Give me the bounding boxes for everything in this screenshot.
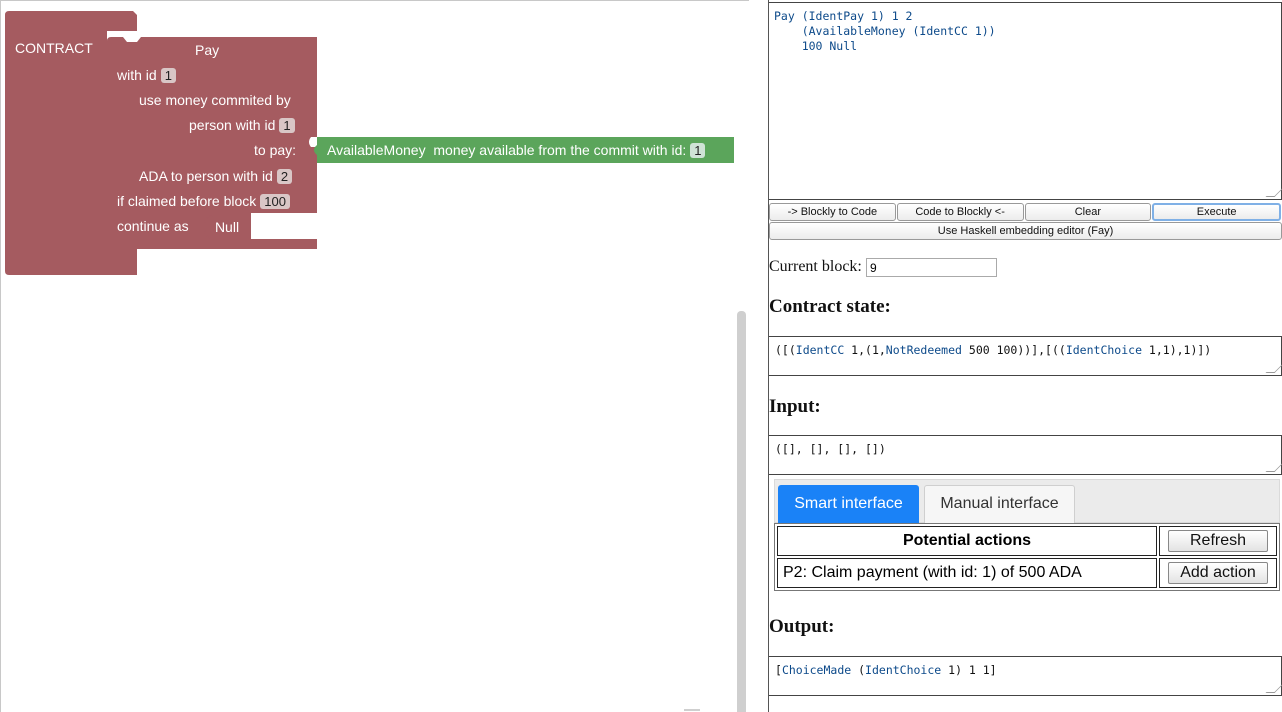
ada-to-person-field[interactable]: 2 [276, 169, 293, 184]
available-money-field[interactable]: 1 [690, 143, 706, 158]
actions-table: Potential actions Refresh P2: Claim paym… [774, 523, 1280, 591]
output-token: ( [851, 663, 866, 677]
with-id-row: with id 1 [117, 67, 176, 83]
if-claimed-label: if claimed before block [117, 193, 257, 209]
tab-smart-interface[interactable]: Smart interface [778, 485, 919, 523]
continue-as-label: continue as [117, 218, 189, 234]
if-claimed-field[interactable]: 100 [260, 194, 290, 209]
available-money-title: AvailableMoney [327, 142, 426, 158]
use-money-label: use money commited by [139, 92, 291, 108]
if-claimed-row: if claimed before block 100 [117, 193, 290, 209]
state-token: 1,1),1)]) [1142, 343, 1212, 357]
pay-title: Pay [195, 42, 220, 58]
potential-actions-header: Potential actions [777, 526, 1157, 556]
output-token: IdentChoice [865, 663, 942, 677]
workspace-scroll-corner [684, 709, 700, 711]
code-editor[interactable]: Pay (IdentPay 1) 1 2 (AvailableMoney (Id… [769, 2, 1282, 200]
output-token: 1) 1 1] [941, 663, 997, 677]
to-pay-label: to pay: [254, 142, 297, 158]
refresh-cell: Refresh [1159, 526, 1277, 556]
add-action-button[interactable]: Add action [1168, 562, 1268, 584]
state-token: 1,(1, [844, 343, 886, 357]
ada-to-person-row: ADA to person with id 2 [139, 168, 293, 184]
code-token: IdentCC [919, 24, 968, 38]
ada-to-person-label: ADA to person with id [139, 168, 273, 184]
contract-state-heading: Contract state: [769, 296, 891, 317]
output-heading: Output: [769, 616, 835, 637]
control-panel: Pay (IdentPay 1) 1 2 (AvailableMoney (Id… [768, 0, 1282, 712]
input-box[interactable]: ([], [], [], []) [769, 435, 1282, 475]
refresh-button[interactable]: Refresh [1168, 530, 1268, 552]
table-row: Potential actions Refresh [777, 526, 1277, 556]
editor-toolbar: -> Blockly to Code Code to Blockly <- Cl… [769, 203, 1282, 221]
add-action-cell: Add action [1159, 558, 1277, 588]
resize-grip-icon[interactable] [1265, 364, 1282, 373]
tab-manual-interface[interactable]: Manual interface [924, 485, 1075, 523]
blockly-to-code-button[interactable]: -> Blockly to Code [769, 203, 896, 221]
state-token: 500 100))],[(( [961, 343, 1066, 357]
resize-grip-icon[interactable] [1265, 188, 1282, 197]
person-with-id-row: person with id 1 [189, 117, 295, 133]
contract-state-box[interactable]: ([(IdentCC 1,(1,NotRedeemed 500 100))],[… [769, 336, 1282, 376]
haskell-editor-button[interactable]: Use Haskell embedding editor (Fay) [769, 222, 1282, 240]
resize-grip-icon[interactable] [1265, 463, 1282, 472]
available-money-desc: money available from the commit with id: [433, 142, 687, 158]
code-token: 1) 1 2 [864, 9, 913, 23]
state-token: NotRedeemed [885, 343, 962, 357]
person-with-id-label: person with id [189, 117, 276, 133]
output-token: ChoiceMade [781, 663, 852, 677]
code-token: Pay ( [774, 9, 809, 23]
blocks-canvas [5, 11, 734, 275]
workspace-scrollbar[interactable] [737, 311, 746, 712]
output-box[interactable]: [ChoiceMade (IdentChoice 1) 1 1] [769, 656, 1282, 696]
code-token: 100 Null [774, 39, 858, 53]
null-block[interactable]: Null [204, 215, 250, 239]
with-id-field[interactable]: 1 [160, 68, 176, 83]
state-token: IdentChoice [1065, 343, 1142, 357]
resize-grip-icon[interactable] [1265, 684, 1282, 693]
clear-button[interactable]: Clear [1024, 203, 1152, 221]
execute-button[interactable]: Execute [1152, 203, 1281, 221]
action-description: P2: Claim payment (with id: 1) of 500 AD… [777, 558, 1157, 588]
input-value: ([], [], [], []) [775, 442, 886, 456]
state-token: IdentCC [795, 343, 845, 357]
table-row: P2: Claim payment (with id: 1) of 500 AD… [777, 558, 1277, 588]
state-token: ([( [775, 343, 796, 357]
code-token: ( [774, 24, 809, 38]
code-token: ( [905, 24, 920, 38]
code-token: 1)) [967, 24, 996, 38]
current-block-input[interactable]: 9 [866, 258, 997, 277]
output-token: [ [775, 663, 782, 677]
with-id-label: with id [117, 67, 157, 83]
available-money-row: AvailableMoney money available from the … [327, 142, 706, 158]
blockly-workspace[interactable]: CONTRACT Pay with id 1 use money commited… [0, 0, 749, 712]
code-token: AvailableMoney [808, 24, 906, 38]
current-block-label: Current block: [769, 258, 862, 275]
code-to-blockly-button[interactable]: Code to Blockly <- [896, 203, 1024, 221]
null-label: Null [214, 219, 240, 235]
interface-tabs: Smart interface Manual interface [774, 479, 1280, 523]
code-token: IdentPay [808, 9, 865, 23]
contract-label: CONTRACT [15, 40, 93, 56]
input-heading: Input: [769, 396, 821, 417]
person-with-id-field[interactable]: 1 [279, 118, 295, 133]
